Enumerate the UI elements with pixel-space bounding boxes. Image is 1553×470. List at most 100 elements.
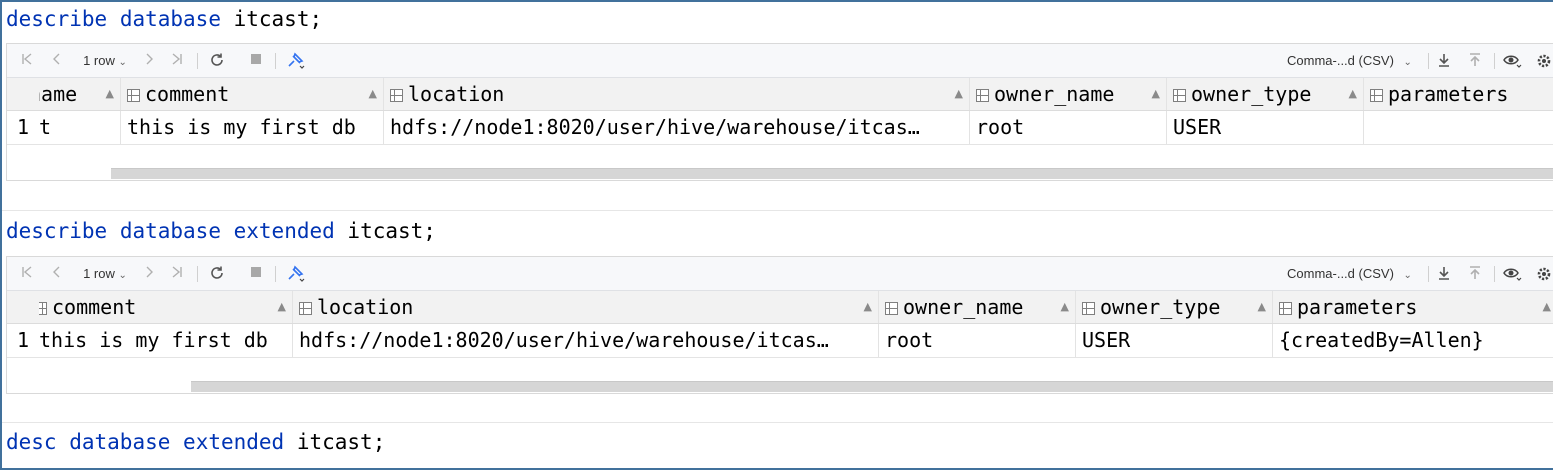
chevron-down-icon: ⌄ bbox=[1403, 270, 1412, 281]
column-header[interactable]: owner_name ▲︎ bbox=[970, 78, 1167, 110]
next-page-icon[interactable] bbox=[139, 44, 159, 77]
column-header[interactable]: location ▲︎ bbox=[293, 291, 879, 323]
column-icon bbox=[1082, 302, 1095, 315]
column-icon bbox=[976, 89, 989, 102]
upload-icon[interactable] bbox=[1464, 44, 1486, 77]
settings-icon[interactable] bbox=[1533, 257, 1553, 290]
column-header[interactable]: owner_type ▲︎ bbox=[1076, 291, 1273, 323]
table-row[interactable]: 1 this is my first db hdfs://node1:8020/… bbox=[7, 324, 1553, 358]
query-line-2[interactable]: describe database extended itcast; bbox=[6, 216, 436, 246]
sort-icon[interactable]: ▲︎ bbox=[1061, 291, 1069, 323]
sort-icon[interactable]: ▲︎ bbox=[1152, 78, 1160, 110]
last-page-icon[interactable] bbox=[167, 257, 187, 290]
view-icon[interactable] bbox=[1501, 44, 1525, 77]
horizontal-scrollbar[interactable] bbox=[191, 381, 1553, 392]
table-cell[interactable]: this is my first db bbox=[39, 324, 293, 357]
column-icon bbox=[299, 302, 312, 315]
stop-icon[interactable] bbox=[246, 44, 266, 77]
column-header[interactable]: parameters bbox=[1364, 78, 1553, 110]
row-count-label: 1 row bbox=[83, 266, 115, 281]
sort-icon[interactable]: ▲︎ bbox=[864, 291, 872, 323]
table-cell[interactable]: {createdBy=Allen} bbox=[1273, 324, 1553, 357]
sort-icon[interactable]: ▲︎ bbox=[278, 291, 286, 323]
last-page-icon[interactable] bbox=[167, 44, 187, 77]
column-name: owner_type bbox=[1191, 82, 1312, 106]
query-line-1[interactable]: describe database itcast; bbox=[6, 4, 322, 34]
token: itcast; bbox=[334, 219, 436, 243]
export-format-dropdown[interactable]: Comma-...d (CSV) ⌄ bbox=[1287, 257, 1417, 290]
token: database bbox=[119, 219, 221, 243]
next-page-icon[interactable] bbox=[139, 257, 159, 290]
sort-icon[interactable]: ▲︎ bbox=[955, 78, 963, 110]
column-header[interactable]: comment ▲︎ bbox=[121, 78, 384, 110]
divider bbox=[2, 422, 1553, 423]
upload-icon[interactable] bbox=[1464, 257, 1486, 290]
view-icon[interactable] bbox=[1501, 257, 1525, 290]
divider bbox=[1494, 266, 1495, 282]
table-cell[interactable]: this is my first db bbox=[121, 111, 384, 144]
download-icon[interactable] bbox=[1433, 257, 1455, 290]
column-icon bbox=[39, 302, 47, 315]
token: desc bbox=[6, 430, 57, 454]
table-cell[interactable]: hdfs://node1:8020/user/hive/warehouse/it… bbox=[293, 324, 879, 357]
column-header[interactable]: comment ▲︎ bbox=[39, 291, 293, 323]
divider bbox=[1494, 53, 1495, 69]
token: itcast; bbox=[284, 430, 386, 454]
table-cell[interactable]: USER bbox=[1167, 111, 1364, 144]
table-cell[interactable]: hdfs://node1:8020/user/hive/warehouse/it… bbox=[384, 111, 970, 144]
sort-icon[interactable]: ▲︎ bbox=[1349, 78, 1357, 110]
prev-page-icon[interactable] bbox=[47, 257, 67, 290]
column-header[interactable]: parameters ▲︎ bbox=[1273, 291, 1553, 323]
column-name: owner_name bbox=[994, 82, 1115, 106]
table-cell[interactable] bbox=[1364, 111, 1553, 144]
prev-page-icon[interactable] bbox=[47, 44, 67, 77]
column-header[interactable]: owner_name ▲︎ bbox=[879, 291, 1076, 323]
column-icon bbox=[1279, 302, 1292, 315]
pin-icon[interactable] bbox=[283, 257, 309, 290]
divider bbox=[1428, 266, 1429, 282]
token: extended bbox=[183, 430, 285, 454]
table-cell[interactable]: root bbox=[879, 324, 1076, 357]
stop-icon[interactable] bbox=[246, 257, 266, 290]
query-line-3[interactable]: desc database extended itcast; bbox=[6, 427, 385, 457]
column-name: parameters bbox=[1297, 295, 1418, 319]
first-page-icon[interactable] bbox=[17, 44, 37, 77]
download-icon[interactable] bbox=[1433, 44, 1455, 77]
row-count-dropdown[interactable]: 1 row ⌄ bbox=[75, 44, 135, 77]
table-cell[interactable]: root bbox=[970, 111, 1167, 144]
table-cell[interactable]: t bbox=[39, 111, 121, 144]
export-format-dropdown[interactable]: Comma-...d (CSV) ⌄ bbox=[1287, 44, 1417, 77]
token: database bbox=[119, 7, 221, 31]
column-header[interactable]: name ▲︎ bbox=[39, 78, 121, 110]
refresh-icon[interactable] bbox=[206, 257, 228, 290]
export-format-label: Comma-...d (CSV) bbox=[1287, 266, 1394, 281]
row-number: 1 bbox=[17, 328, 30, 352]
sort-icon[interactable]: ▲︎ bbox=[1258, 291, 1266, 323]
editor-frame: describe database itcast; 1 row ⌄ Comma-… bbox=[0, 0, 1553, 470]
table-cell[interactable]: USER bbox=[1076, 324, 1273, 357]
sort-icon[interactable]: ▲︎ bbox=[106, 78, 114, 110]
column-header[interactable]: location ▲︎ bbox=[384, 78, 970, 110]
column-name: owner_name bbox=[903, 295, 1024, 319]
row-count-label: 1 row bbox=[83, 53, 115, 68]
column-icon bbox=[1370, 89, 1383, 102]
sort-icon[interactable]: ▲︎ bbox=[1543, 291, 1551, 323]
row-count-dropdown[interactable]: 1 row ⌄ bbox=[75, 257, 135, 290]
sort-icon[interactable]: ▲︎ bbox=[369, 78, 377, 110]
column-icon bbox=[885, 302, 898, 315]
horizontal-scrollbar[interactable] bbox=[111, 168, 1553, 179]
column-icon bbox=[127, 89, 140, 102]
settings-icon[interactable] bbox=[1533, 44, 1553, 77]
first-page-icon[interactable] bbox=[17, 257, 37, 290]
column-header[interactable]: owner_type ▲︎ bbox=[1167, 78, 1364, 110]
refresh-icon[interactable] bbox=[206, 44, 228, 77]
table-row[interactable]: 1 t this is my first db hdfs://node1:802… bbox=[7, 111, 1553, 145]
pin-icon[interactable] bbox=[283, 44, 309, 77]
column-name: parameters bbox=[1388, 82, 1509, 106]
column-icon bbox=[1173, 89, 1186, 102]
